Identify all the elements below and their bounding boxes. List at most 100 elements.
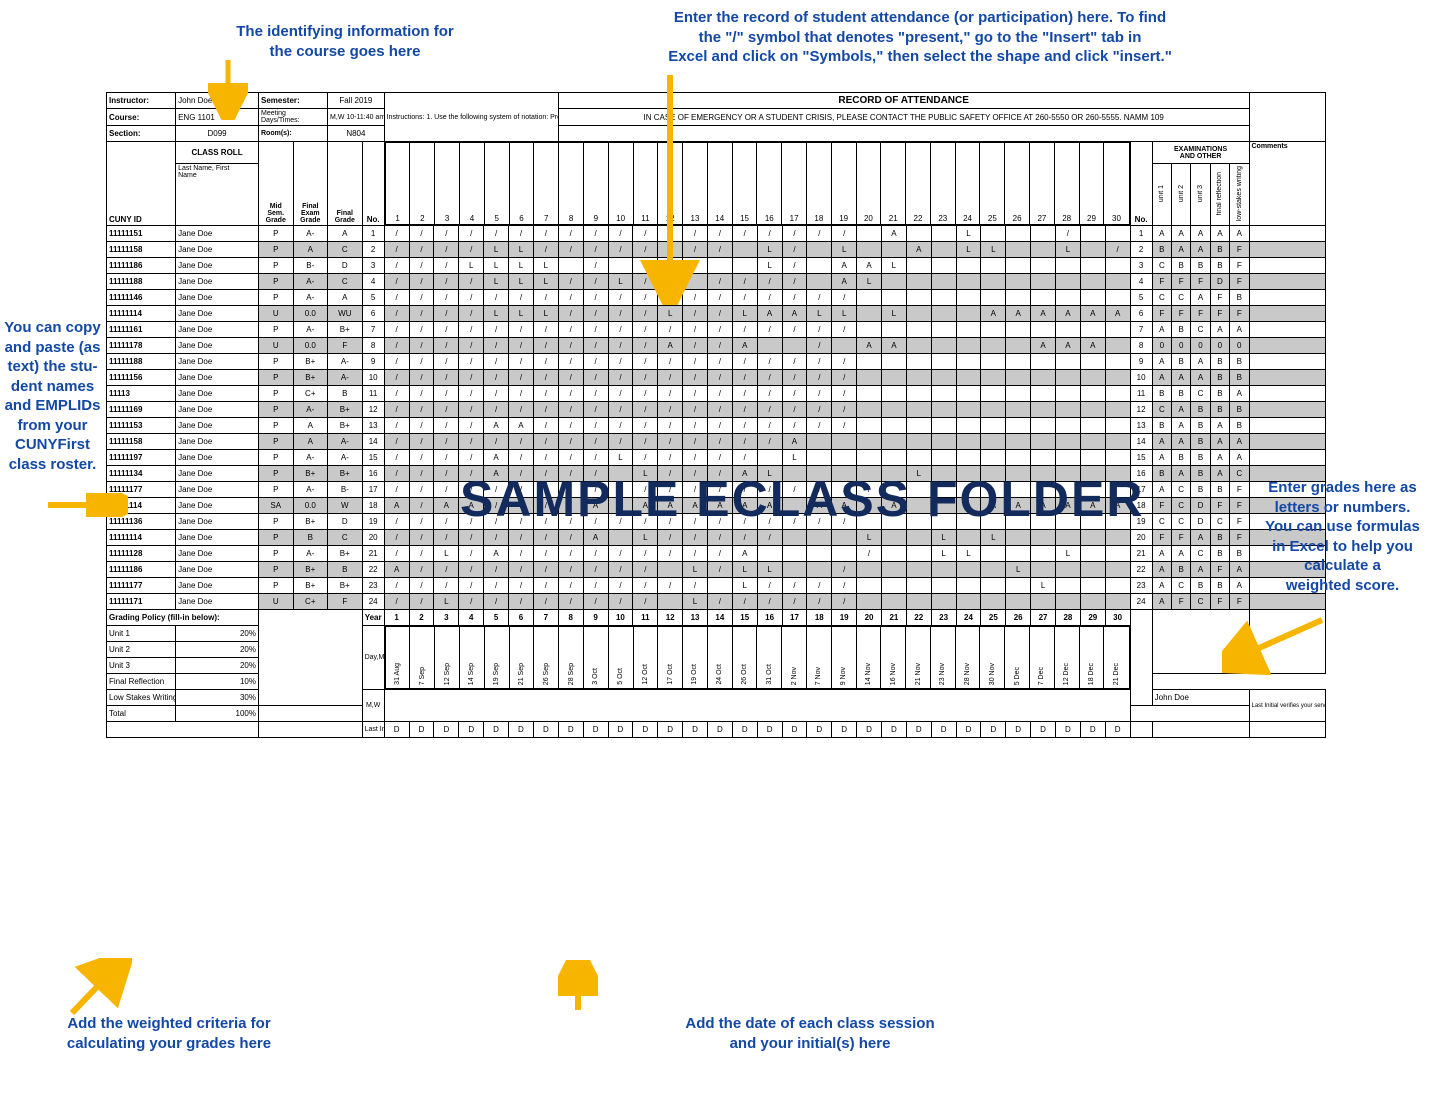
attendance-cell[interactable] xyxy=(881,594,906,610)
attendance-cell[interactable]: / xyxy=(434,226,459,242)
initial-cell[interactable]: D xyxy=(583,722,608,738)
attendance-cell[interactable]: / xyxy=(558,418,583,434)
attendance-cell[interactable]: / xyxy=(558,514,583,530)
attendance-cell[interactable] xyxy=(906,354,931,370)
comments-cell[interactable] xyxy=(1249,594,1326,610)
attendance-cell[interactable]: / xyxy=(384,290,409,306)
attendance-cell[interactable]: / xyxy=(384,594,409,610)
student-name[interactable]: Jane Doe xyxy=(176,546,259,562)
attendance-cell[interactable]: / xyxy=(683,514,708,530)
attendance-cell[interactable]: / xyxy=(384,418,409,434)
attendance-cell[interactable]: A xyxy=(1055,498,1080,514)
attendance-cell[interactable] xyxy=(931,258,956,274)
attendance-cell[interactable]: / xyxy=(509,290,534,306)
attendance-cell[interactable] xyxy=(881,290,906,306)
exam-grade-cell[interactable]: B xyxy=(1172,354,1191,370)
attendance-cell[interactable] xyxy=(832,530,857,546)
attendance-cell[interactable]: / xyxy=(459,322,484,338)
attendance-cell[interactable] xyxy=(757,450,782,466)
attendance-cell[interactable]: L xyxy=(484,274,509,290)
exam-grade-cell[interactable]: B xyxy=(1210,354,1229,370)
exam-grade-cell[interactable]: B xyxy=(1191,466,1210,482)
attendance-cell[interactable]: / xyxy=(633,578,658,594)
student-name[interactable]: Jane Doe xyxy=(176,450,259,466)
attendance-cell[interactable] xyxy=(1055,402,1080,418)
attendance-cell[interactable] xyxy=(906,546,931,562)
attendance-cell[interactable] xyxy=(1080,402,1105,418)
initial-cell[interactable]: D xyxy=(608,722,633,738)
attendance-cell[interactable]: A xyxy=(732,498,757,514)
rooms-value[interactable]: N804 xyxy=(328,126,385,142)
exam-grade-cell[interactable]: B xyxy=(1172,562,1191,578)
attendance-cell[interactable] xyxy=(906,226,931,242)
mid-grade[interactable]: P xyxy=(258,354,293,370)
exam-grade-cell[interactable]: B xyxy=(1152,418,1171,434)
attendance-cell[interactable] xyxy=(956,450,981,466)
attendance-cell[interactable]: / xyxy=(608,514,633,530)
exam-grade-cell[interactable]: A xyxy=(1152,562,1171,578)
attendance-cell[interactable]: / xyxy=(509,226,534,242)
student-name[interactable]: Jane Doe xyxy=(176,370,259,386)
policy-pct[interactable]: 100% xyxy=(176,706,259,722)
attendance-cell[interactable] xyxy=(881,434,906,450)
attendance-cell[interactable]: A xyxy=(459,498,484,514)
attendance-cell[interactable]: / xyxy=(409,562,434,578)
finalexam-grade[interactable]: B+ xyxy=(293,354,328,370)
mid-grade[interactable]: P xyxy=(258,450,293,466)
attendance-cell[interactable]: / xyxy=(409,546,434,562)
mid-grade[interactable]: P xyxy=(258,274,293,290)
exam-grade-cell[interactable]: B xyxy=(1230,290,1249,306)
final-grade[interactable]: B+ xyxy=(328,546,363,562)
attendance-cell[interactable]: / xyxy=(384,386,409,402)
exam-grade-cell[interactable]: A xyxy=(1191,290,1210,306)
attendance-cell[interactable] xyxy=(1006,402,1031,418)
attendance-cell[interactable] xyxy=(931,386,956,402)
final-grade[interactable]: A xyxy=(328,226,363,242)
attendance-cell[interactable]: / xyxy=(409,386,434,402)
exam-grade-cell[interactable]: F xyxy=(1152,306,1171,322)
attendance-cell[interactable]: / xyxy=(757,274,782,290)
final-grade[interactable]: C xyxy=(328,530,363,546)
attendance-cell[interactable]: / xyxy=(707,466,732,482)
attendance-cell[interactable]: / xyxy=(533,594,558,610)
mid-grade[interactable]: SA xyxy=(258,498,293,514)
attendance-cell[interactable] xyxy=(956,434,981,450)
attendance-cell[interactable]: / xyxy=(707,386,732,402)
attendance-cell[interactable] xyxy=(881,530,906,546)
mid-grade[interactable]: P xyxy=(258,370,293,386)
attendance-cell[interactable]: A xyxy=(857,498,882,514)
attendance-cell[interactable]: / xyxy=(533,386,558,402)
attendance-cell[interactable] xyxy=(956,466,981,482)
attendance-cell[interactable] xyxy=(1031,242,1056,258)
attendance-cell[interactable]: / xyxy=(533,354,558,370)
attendance-cell[interactable] xyxy=(857,354,882,370)
attendance-cell[interactable]: / xyxy=(658,546,683,562)
attendance-cell[interactable] xyxy=(1105,514,1130,530)
attendance-cell[interactable] xyxy=(1080,482,1105,498)
student-name[interactable]: Jane Doe xyxy=(176,306,259,322)
exam-grade-cell[interactable]: B xyxy=(1152,386,1171,402)
attendance-cell[interactable]: / xyxy=(732,530,757,546)
attendance-cell[interactable]: A xyxy=(484,546,509,562)
attendance-cell[interactable]: / xyxy=(434,306,459,322)
attendance-cell[interactable] xyxy=(1006,434,1031,450)
date-cell[interactable]: 21 Nov xyxy=(906,627,931,689)
attendance-cell[interactable]: L xyxy=(509,306,534,322)
attendance-cell[interactable]: L xyxy=(757,258,782,274)
attendance-cell[interactable] xyxy=(906,274,931,290)
attendance-cell[interactable] xyxy=(1006,450,1031,466)
attendance-cell[interactable]: / xyxy=(782,482,807,498)
attendance-cell[interactable] xyxy=(1006,290,1031,306)
attendance-cell[interactable]: / xyxy=(707,594,732,610)
mid-grade[interactable]: P xyxy=(258,242,293,258)
finalexam-grade[interactable]: B+ xyxy=(293,466,328,482)
finalexam-grade[interactable]: A- xyxy=(293,482,328,498)
attendance-cell[interactable]: / xyxy=(633,402,658,418)
attendance-cell[interactable] xyxy=(757,338,782,354)
attendance-cell[interactable]: / xyxy=(732,418,757,434)
date-cell[interactable]: 14 Sep xyxy=(460,627,485,689)
attendance-cell[interactable] xyxy=(956,402,981,418)
attendance-cell[interactable]: / xyxy=(384,466,409,482)
attendance-cell[interactable] xyxy=(1080,354,1105,370)
attendance-cell[interactable]: / xyxy=(757,322,782,338)
